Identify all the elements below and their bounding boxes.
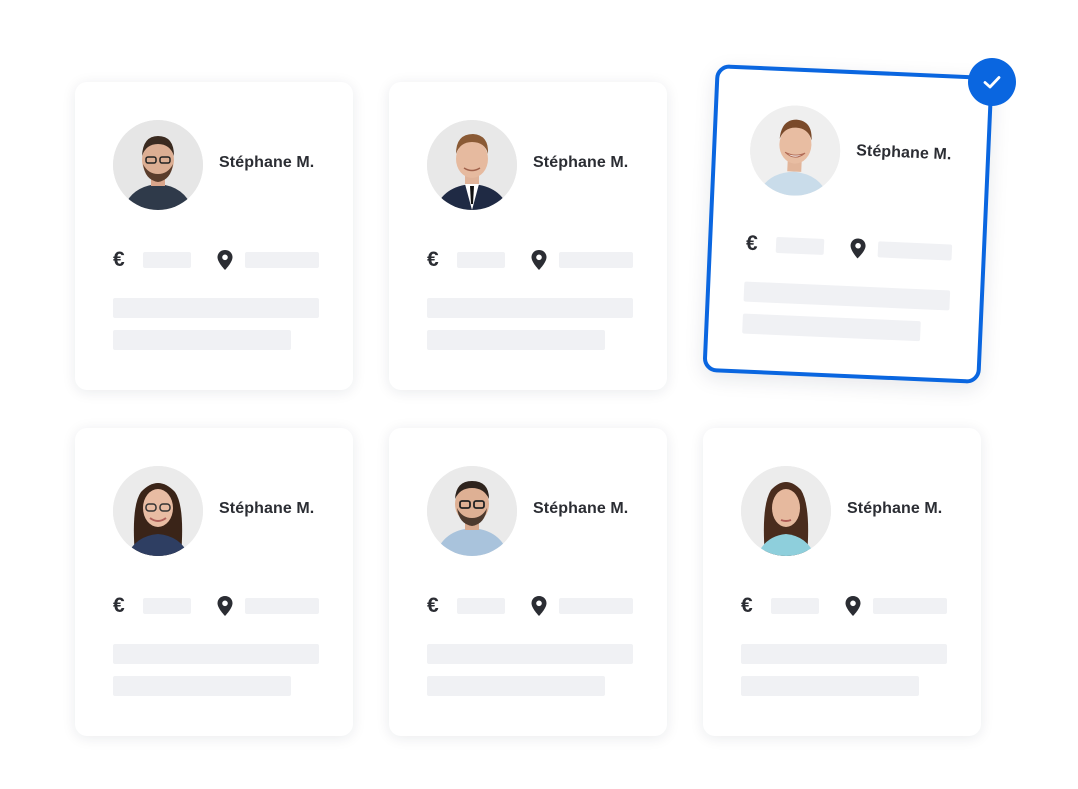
location-pin-icon — [850, 238, 866, 259]
candidate-name: Stéphane M. — [533, 154, 629, 171]
avatar — [741, 466, 831, 556]
portrait-image — [113, 466, 203, 556]
portrait-image — [748, 103, 843, 198]
description-placeholder-line — [113, 330, 291, 350]
candidate-name: Stéphane M. — [855, 142, 952, 164]
candidate-name: Stéphane M. — [219, 154, 315, 171]
salary-placeholder — [775, 236, 825, 255]
profile-card-1[interactable]: Stéphane M. € — [75, 82, 353, 390]
profile-card-3-selected[interactable]: Stéphane M. € — [702, 64, 994, 384]
avatar — [427, 466, 517, 556]
avatar — [427, 120, 517, 210]
euro-icon: € — [427, 594, 439, 617]
location-placeholder — [559, 598, 633, 614]
location-pin-icon — [217, 596, 233, 616]
location-placeholder — [873, 598, 947, 614]
location-placeholder — [245, 598, 319, 614]
location-placeholder — [877, 241, 953, 261]
euro-icon: € — [113, 248, 125, 271]
salary-placeholder — [457, 598, 505, 614]
avatar — [113, 120, 203, 210]
description-placeholder-line — [742, 313, 921, 342]
euro-icon: € — [113, 594, 125, 617]
candidate-name: Stéphane M. — [219, 500, 315, 517]
location-placeholder — [245, 252, 319, 268]
description-placeholder-line — [743, 281, 951, 311]
candidate-name: Stéphane M. — [847, 500, 943, 517]
location-placeholder — [559, 252, 633, 268]
salary-placeholder — [143, 598, 191, 614]
candidate-name: Stéphane M. — [533, 500, 629, 517]
description-placeholder-line — [427, 676, 605, 696]
location-pin-icon — [531, 596, 547, 616]
location-pin-icon — [217, 250, 233, 270]
description-placeholder-line — [741, 676, 919, 696]
profile-card-4[interactable]: Stéphane M. € — [75, 428, 353, 736]
salary-placeholder — [771, 598, 819, 614]
portrait-image — [427, 120, 517, 210]
portrait-image — [427, 466, 517, 556]
description-placeholder-line — [113, 644, 319, 664]
selected-check-badge — [968, 58, 1016, 106]
portrait-image — [113, 120, 203, 210]
portrait-image — [741, 466, 831, 556]
location-pin-icon — [531, 250, 547, 270]
description-placeholder-line — [113, 298, 319, 318]
avatar — [748, 103, 843, 198]
description-placeholder-line — [427, 330, 605, 350]
euro-icon: € — [741, 594, 753, 617]
description-placeholder-line — [427, 298, 633, 318]
profile-card-6[interactable]: Stéphane M. € — [703, 428, 981, 736]
profile-card-2[interactable]: Stéphane M. € — [389, 82, 667, 390]
avatar — [113, 466, 203, 556]
salary-placeholder — [143, 252, 191, 268]
euro-icon: € — [427, 248, 439, 271]
salary-placeholder — [457, 252, 505, 268]
description-placeholder-line — [427, 644, 633, 664]
location-pin-icon — [845, 596, 861, 616]
profile-card-5[interactable]: Stéphane M. € — [389, 428, 667, 736]
description-placeholder-line — [113, 676, 291, 696]
description-placeholder-line — [741, 644, 947, 664]
checkmark-icon — [983, 76, 1001, 89]
euro-icon: € — [745, 231, 759, 256]
